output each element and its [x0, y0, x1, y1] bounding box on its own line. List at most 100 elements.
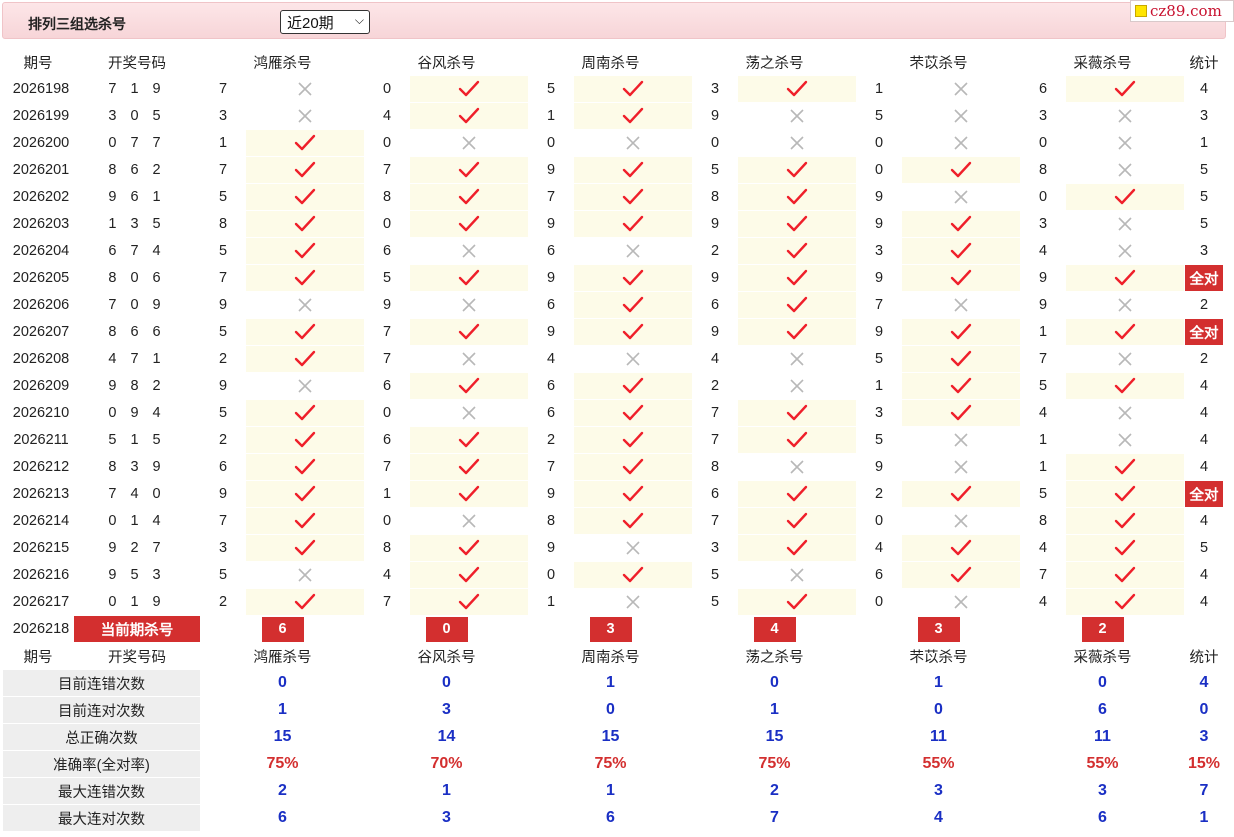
kill-number-cell: 0 [857, 157, 901, 183]
check-icon [294, 323, 316, 340]
kill-number: 7 [219, 513, 228, 529]
kill-number-cell: 1 [1021, 454, 1065, 480]
kill-number-cell: 6 [857, 562, 901, 588]
kill-number: 9 [383, 297, 392, 313]
kill-number: 1 [547, 108, 556, 124]
table-row: 2026200 0 7 7 1 0 0 0 0 0 1 [3, 130, 1223, 156]
issue-cell: 2026199 [3, 103, 73, 129]
table-row: 2026214 0 1 47087084 [3, 508, 1223, 534]
issue-cell: 2026201 [3, 157, 73, 183]
result-wrong [738, 130, 856, 156]
table-row: 2026204 6 7 4 5 6 6 2 3 4 3 [3, 238, 1223, 264]
kill-number: 1 [1039, 324, 1048, 340]
kill-number: 0 [547, 135, 556, 151]
issue-cell: 2026207 [3, 319, 73, 345]
summary-value: 0 [1021, 670, 1184, 696]
kill-number-cell: 0 [1021, 130, 1065, 156]
result-wrong [902, 103, 1020, 129]
result-correct [738, 238, 856, 264]
result-wrong [1066, 346, 1184, 372]
kill-number-cell: 2 [857, 481, 901, 507]
result-wrong [410, 346, 528, 372]
result-correct [410, 454, 528, 480]
result-correct [1066, 184, 1184, 210]
result-correct [902, 157, 1020, 183]
current-kill-cell: 3 [857, 616, 1020, 642]
result-correct [410, 184, 528, 210]
kill-number: 5 [875, 432, 884, 448]
result-wrong [738, 103, 856, 129]
result-correct [410, 319, 528, 345]
kill-number: 3 [875, 243, 884, 259]
kill-number: 5 [219, 567, 228, 583]
kill-number: 6 [383, 432, 392, 448]
kill-number: 7 [711, 405, 720, 421]
kill-number-cell: 6 [1021, 76, 1065, 102]
summary-value: 55% [1021, 751, 1184, 777]
check-icon [622, 80, 644, 97]
result-correct [410, 562, 528, 588]
brand-logo[interactable]: cz89.com [1130, 0, 1234, 22]
kill-number: 7 [219, 81, 228, 97]
kill-number-cell: 5 [201, 319, 245, 345]
kill-number: 6 [547, 297, 556, 313]
result-wrong [410, 400, 528, 426]
kill-number-cell: 7 [201, 265, 245, 291]
kill-number: 7 [383, 162, 392, 178]
check-icon [786, 215, 808, 232]
result-correct [574, 211, 692, 237]
cross-icon [954, 460, 968, 474]
kill-number: 3 [1039, 216, 1048, 232]
check-icon [622, 512, 644, 529]
result-correct [410, 211, 528, 237]
winning-number-cell: 9 5 3 [74, 562, 200, 588]
result-correct [246, 265, 364, 291]
check-icon [458, 269, 480, 286]
winning-number-cell: 0 1 9 [74, 589, 200, 615]
kill-number-cell: 9 [529, 265, 573, 291]
winning-number-cell: 9 2 7 [74, 535, 200, 561]
summary-value: 3 [857, 778, 1020, 804]
col-expert: 芣苡杀号 [857, 49, 1020, 75]
summary-value: 6 [1021, 697, 1184, 723]
kill-number: 9 [875, 270, 884, 286]
result-correct [902, 535, 1020, 561]
check-icon [950, 242, 972, 259]
check-icon [622, 323, 644, 340]
winning-number-cell: 0 7 7 [74, 130, 200, 156]
kill-number-cell: 7 [693, 508, 737, 534]
cross-icon [954, 109, 968, 123]
result-correct [246, 589, 364, 615]
kill-number: 0 [875, 135, 884, 151]
check-icon [458, 161, 480, 178]
check-icon [294, 512, 316, 529]
kill-number: 2 [547, 432, 556, 448]
kill-number: 7 [547, 189, 556, 205]
kill-number-cell: 9 [529, 319, 573, 345]
result-wrong [1066, 292, 1184, 318]
summary-value: 15 [529, 724, 692, 750]
kill-number: 0 [875, 162, 884, 178]
result-correct [902, 319, 1020, 345]
result-correct [738, 319, 856, 345]
kill-number-cell: 3 [201, 535, 245, 561]
result-wrong [574, 535, 692, 561]
kill-number-cell: 2 [201, 346, 245, 372]
summary-value: 14 [365, 724, 528, 750]
result-correct [574, 373, 692, 399]
cross-icon [462, 244, 476, 258]
result-wrong [738, 346, 856, 372]
kill-number-cell: 6 [365, 238, 409, 264]
summary-value: 15 [201, 724, 364, 750]
current-kill-cell: 0 [365, 616, 528, 642]
period-select[interactable]: 近20期 ⌵ [280, 10, 370, 34]
col-expert: 鸿雁杀号 [201, 49, 364, 75]
kill-number-cell: 7 [365, 319, 409, 345]
result-correct [246, 454, 364, 480]
kill-number-cell: 3 [201, 103, 245, 129]
kill-number-cell: 4 [1021, 238, 1065, 264]
result-correct [738, 265, 856, 291]
kill-number-cell: 9 [201, 481, 245, 507]
table-row: 2026201 8 6 2 7 7 9 5 0 8 5 [3, 157, 1223, 183]
current-kill-number: 0 [425, 616, 468, 642]
